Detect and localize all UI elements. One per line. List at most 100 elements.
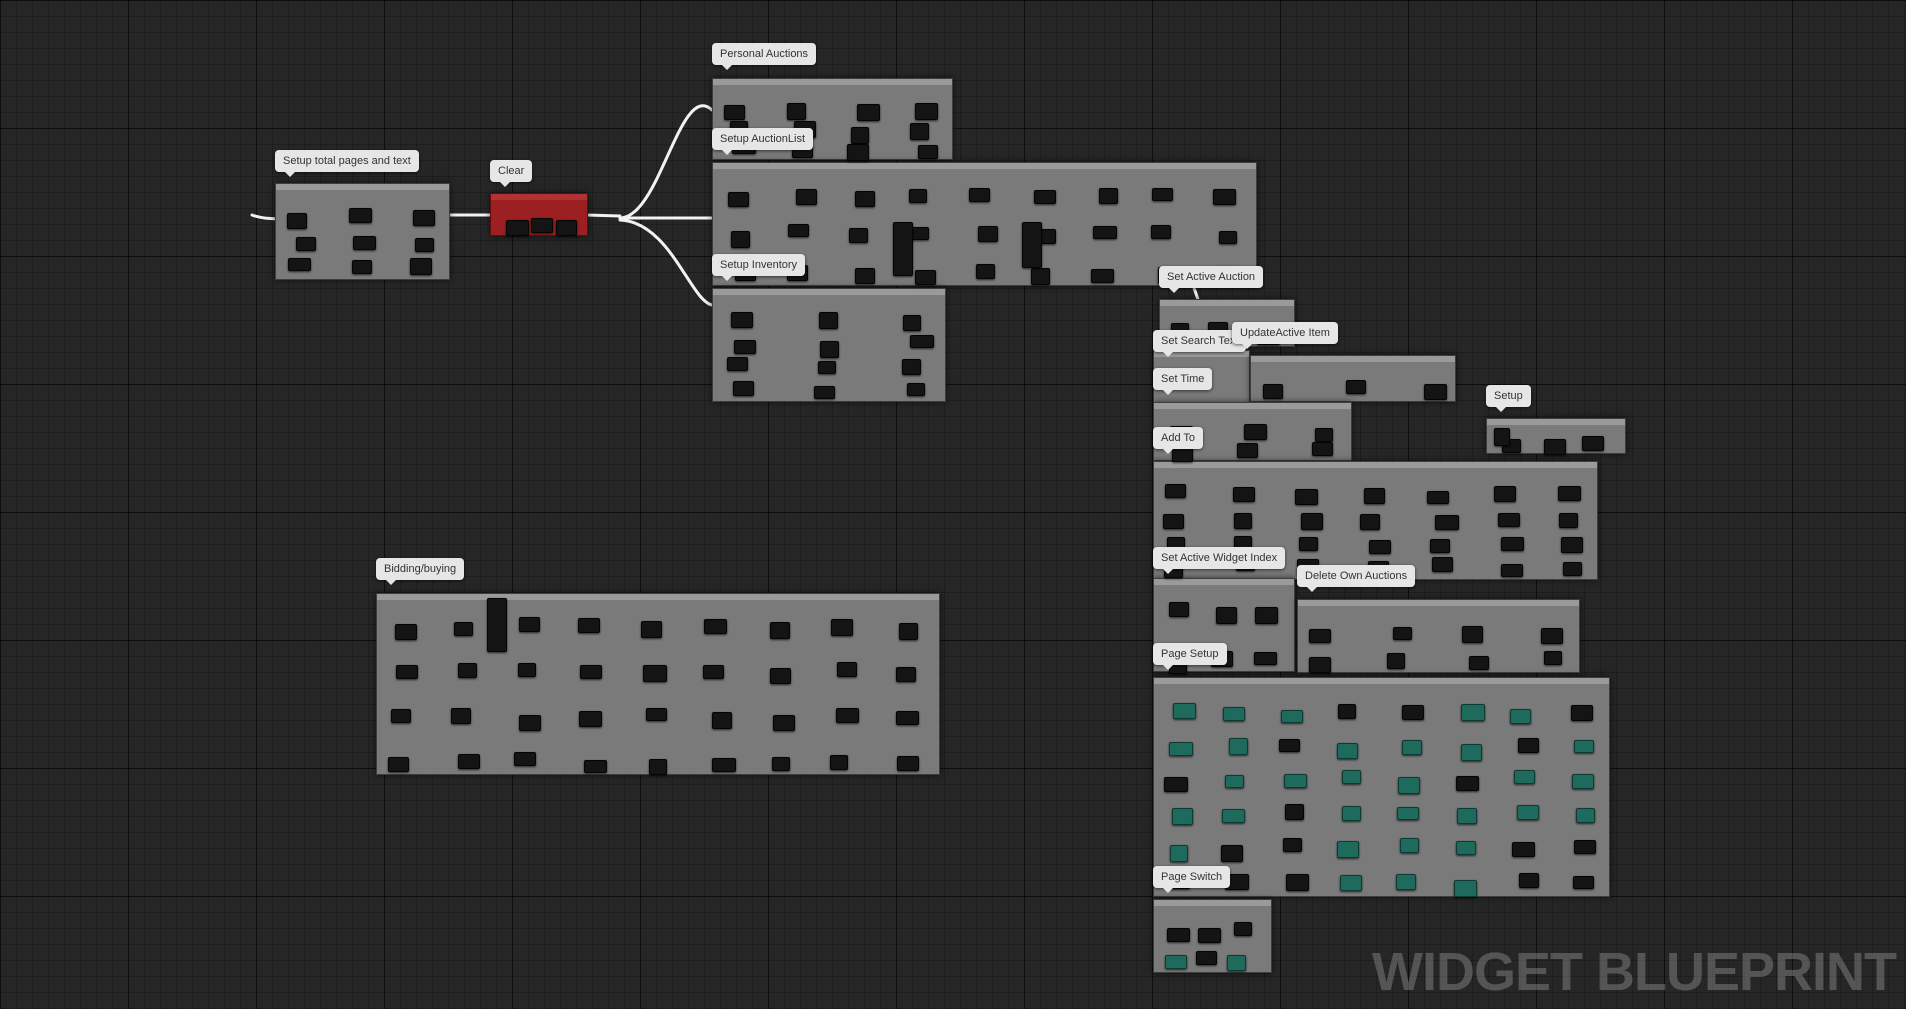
blueprint-node[interactable] (1500, 563, 1523, 577)
blueprint-node[interactable] (896, 756, 919, 772)
blueprint-node[interactable] (1517, 805, 1540, 821)
blueprint-node[interactable] (1341, 770, 1361, 785)
blueprint-node[interactable] (1454, 879, 1478, 897)
blueprint-node[interactable] (1581, 436, 1604, 452)
blueprint-node[interactable] (1295, 489, 1319, 506)
blueprint-node[interactable] (850, 126, 869, 144)
blueprint-node[interactable] (395, 664, 418, 679)
blueprint-node[interactable] (1571, 704, 1594, 721)
blueprint-node[interactable] (518, 662, 537, 677)
blueprint-node[interactable] (856, 103, 880, 121)
blueprint-node[interactable] (1152, 187, 1174, 201)
blueprint-node[interactable] (1229, 737, 1249, 755)
blueprint-node[interactable] (1166, 927, 1190, 942)
blueprint-node[interactable] (786, 102, 806, 120)
blueprint-node[interactable] (1281, 709, 1304, 723)
blueprint-node[interactable] (899, 623, 919, 640)
blueprint-node[interactable] (895, 710, 919, 725)
blueprint-node[interactable] (837, 662, 858, 678)
comment-title-bar[interactable] (276, 184, 449, 190)
comment-title-bar[interactable] (1154, 403, 1351, 409)
blueprint-node[interactable] (1423, 384, 1447, 401)
blueprint-node[interactable] (1455, 841, 1476, 856)
blueprint-node[interactable] (394, 623, 417, 640)
blueprint-node[interactable] (1461, 704, 1486, 722)
blueprint-node[interactable] (731, 311, 754, 328)
blueprint-node[interactable] (1461, 626, 1483, 643)
blueprint-node[interactable] (1222, 808, 1246, 823)
blueprint-node[interactable] (728, 191, 750, 207)
comment-label-delete-own-auctions[interactable]: Delete Own Auctions (1297, 565, 1416, 592)
blueprint-node[interactable] (1169, 845, 1188, 863)
comment-box-page-setup[interactable] (1153, 677, 1610, 897)
blueprint-node[interactable] (1309, 628, 1332, 643)
blueprint-node[interactable] (977, 226, 998, 243)
blueprint-node[interactable] (795, 189, 817, 206)
blueprint-node[interactable] (640, 621, 662, 639)
blueprint-node[interactable] (909, 334, 934, 348)
blueprint-graph-canvas[interactable]: Setup total pages and text Clear Personal … (0, 0, 1906, 1009)
blueprint-node[interactable] (1397, 806, 1420, 820)
blueprint-node[interactable] (1284, 804, 1304, 821)
blueprint-node[interactable] (733, 381, 755, 397)
comment-title-bar[interactable] (713, 79, 952, 85)
blueprint-node[interactable] (1469, 655, 1490, 670)
blueprint-node[interactable] (831, 618, 854, 636)
blueprint-node[interactable] (352, 235, 376, 250)
blueprint-node[interactable] (506, 220, 530, 237)
blueprint-node[interactable] (531, 217, 554, 233)
blueprint-node[interactable] (1195, 950, 1217, 965)
blueprint-node[interactable] (1283, 838, 1303, 853)
blueprint-node[interactable] (1283, 773, 1307, 788)
blueprint-node[interactable] (1212, 189, 1236, 206)
blueprint-node[interactable] (648, 758, 667, 775)
blueprint-node[interactable] (1494, 486, 1517, 503)
blueprint-node[interactable] (1171, 808, 1193, 826)
blueprint-node[interactable] (1093, 226, 1118, 240)
blueprint-node[interactable] (703, 665, 725, 680)
blueprint-node[interactable] (1169, 602, 1190, 618)
blueprint-node[interactable] (514, 752, 537, 767)
blueprint-node[interactable] (1172, 702, 1196, 719)
blueprint-node[interactable] (1286, 874, 1310, 892)
blueprint-node[interactable] (1364, 487, 1386, 504)
comment-label-bidding-buying[interactable]: Bidding/buying (376, 558, 465, 585)
blueprint-node[interactable] (391, 708, 412, 723)
blueprint-node[interactable] (1165, 955, 1188, 970)
blueprint-node[interactable] (1345, 379, 1366, 394)
blueprint-node[interactable] (907, 383, 926, 397)
blueprint-node[interactable] (769, 622, 790, 640)
blueprint-node[interactable] (1559, 513, 1579, 529)
blueprint-node[interactable] (1224, 774, 1244, 788)
blueprint-node[interactable] (813, 385, 835, 399)
comment-label-set-active-auction[interactable]: Set Active Auction (1159, 266, 1264, 293)
blueprint-node[interactable] (1561, 537, 1584, 554)
blueprint-node[interactable] (1237, 443, 1259, 459)
blueprint-node[interactable] (1457, 808, 1478, 825)
blueprint-node[interactable] (1399, 838, 1419, 853)
blueprint-node[interactable] (1022, 222, 1042, 268)
blueprint-node[interactable] (1315, 428, 1334, 443)
blueprint-node[interactable] (835, 708, 859, 724)
blueprint-node[interactable] (1233, 512, 1252, 529)
blueprint-node[interactable] (773, 714, 796, 731)
comment-label-page-setup[interactable]: Page Setup (1153, 643, 1227, 670)
blueprint-node[interactable] (1254, 606, 1278, 624)
comment-title-bar[interactable] (1160, 300, 1294, 306)
blueprint-node[interactable] (1517, 737, 1539, 753)
blueprint-node[interactable] (646, 708, 668, 722)
blueprint-node[interactable] (1494, 428, 1510, 446)
blueprint-node[interactable] (287, 213, 307, 230)
blueprint-node[interactable] (1395, 873, 1416, 890)
blueprint-node[interactable] (1278, 739, 1300, 753)
comment-label-setup-total-pages-and-text[interactable]: Setup total pages and text (275, 150, 419, 177)
blueprint-node[interactable] (1402, 705, 1425, 721)
comment-title-bar[interactable] (713, 289, 945, 295)
blueprint-node[interactable] (1034, 190, 1057, 205)
blueprint-node[interactable] (1574, 740, 1595, 754)
blueprint-node[interactable] (1368, 539, 1391, 554)
blueprint-node[interactable] (771, 756, 790, 771)
blueprint-node[interactable] (1573, 876, 1595, 890)
comment-title-bar[interactable] (1154, 579, 1294, 585)
blueprint-node[interactable] (902, 359, 922, 376)
